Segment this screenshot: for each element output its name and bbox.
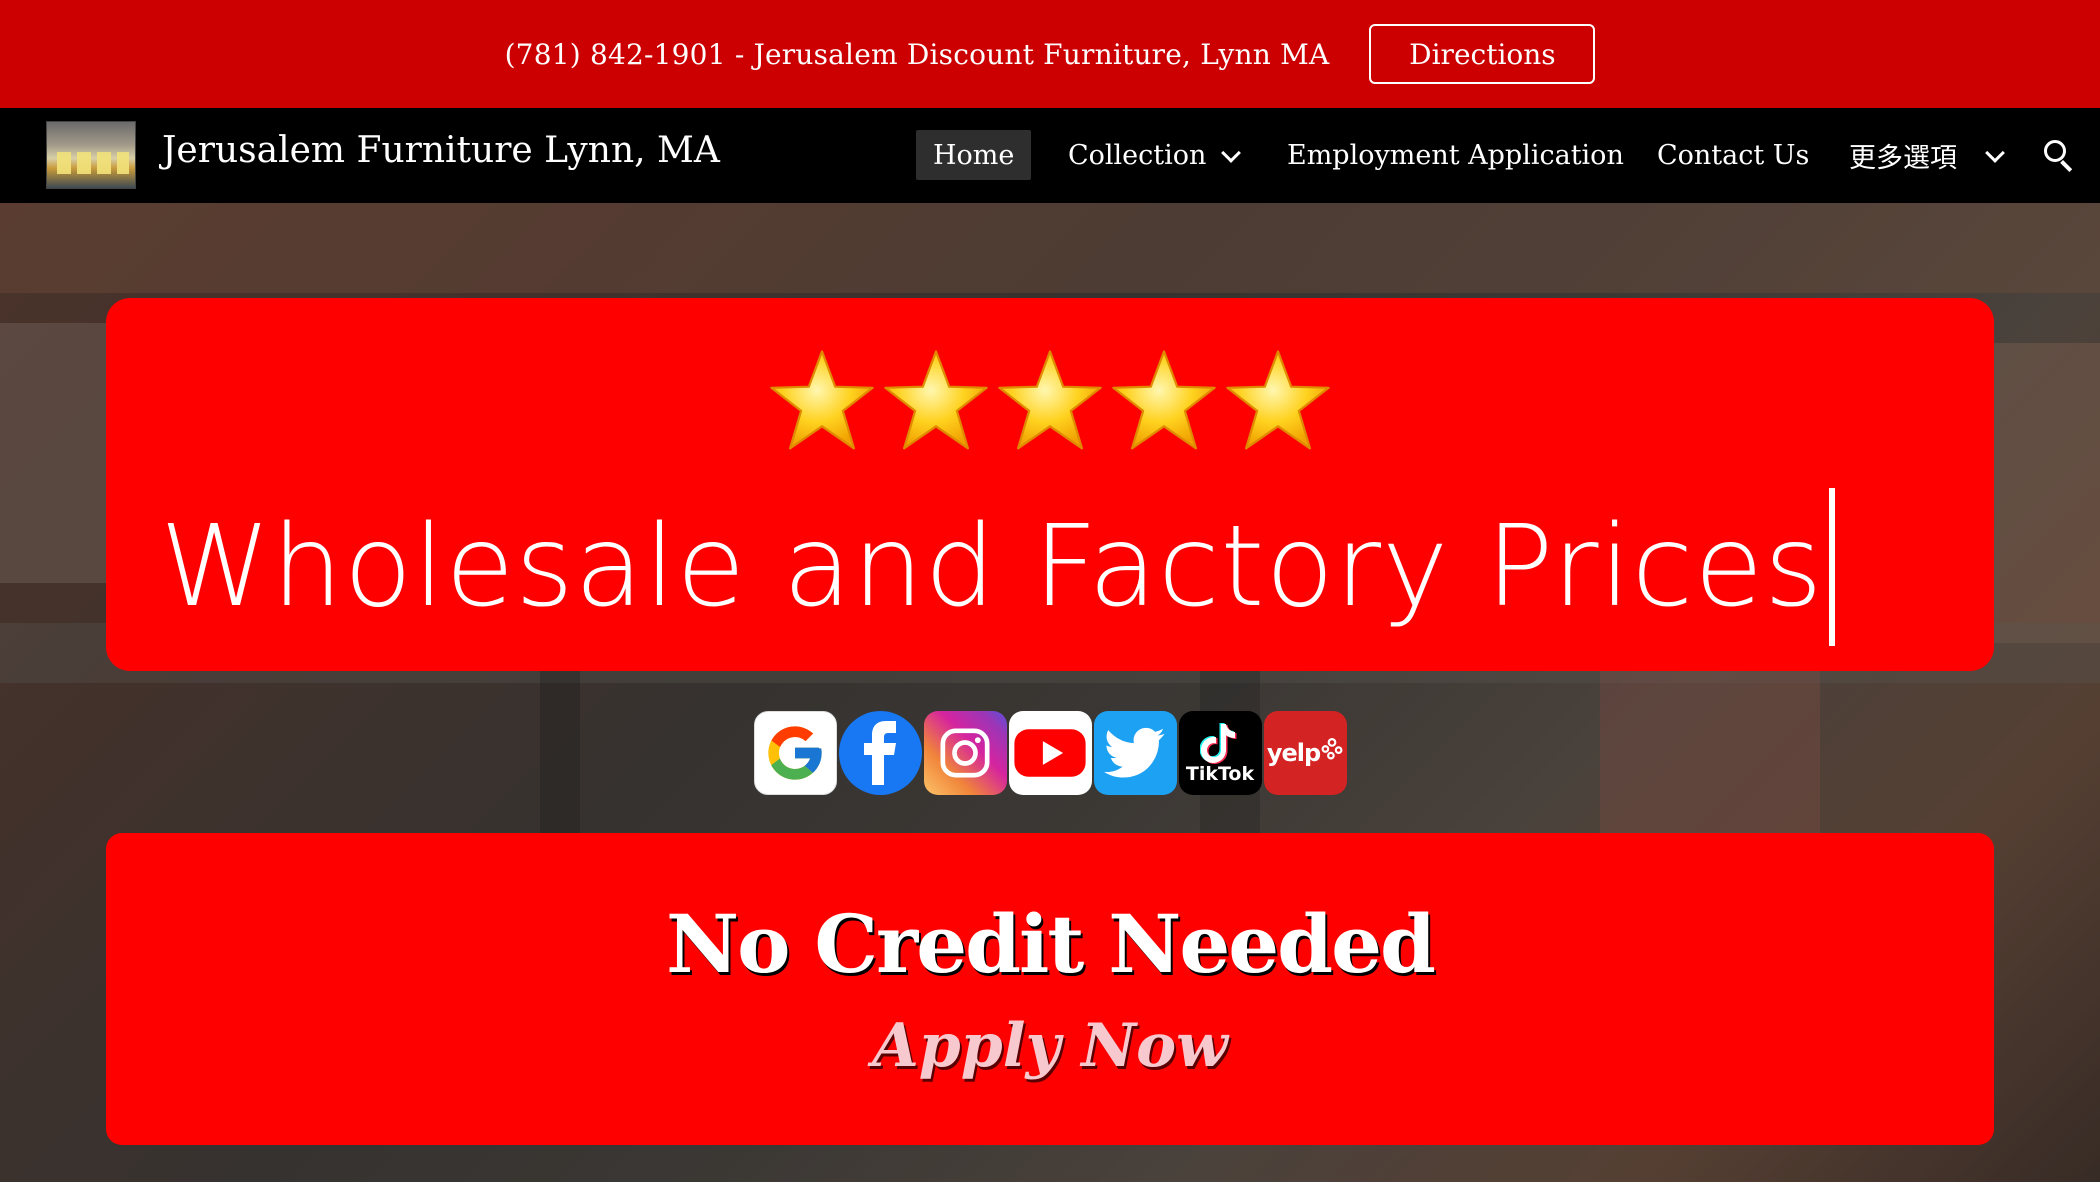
- chevron-down-icon: [1985, 142, 2005, 163]
- price-headline: Wholesale and Factory Prices: [160, 488, 1836, 646]
- nav-item-label: Home: [933, 139, 1015, 171]
- star-icon: [998, 350, 1102, 450]
- nav-item-collection[interactable]: Collection: [1068, 108, 1206, 203]
- star-icon: [770, 350, 874, 450]
- twitter-icon[interactable]: [1093, 711, 1177, 795]
- google-icon[interactable]: [753, 711, 837, 795]
- tiktok-icon[interactable]: TikTok: [1178, 711, 1262, 795]
- credit-panel: No Credit Needed Apply Now: [106, 833, 1994, 1145]
- nav-item-label: 更多選項: [1849, 143, 1957, 174]
- youtube-icon[interactable]: [1008, 711, 1092, 795]
- instagram-icon[interactable]: [923, 711, 1007, 795]
- five-star-rating: [106, 346, 1994, 456]
- announcement-text: (781) 842-1901 - Jerusalem Discount Furn…: [504, 37, 1330, 71]
- directions-button[interactable]: Directions: [1369, 24, 1596, 84]
- nav-item-home[interactable]: Home: [916, 130, 1032, 180]
- price-panel: Wholesale and Factory Prices: [106, 298, 1994, 671]
- text-cursor: [1829, 488, 1836, 646]
- chevron-down-icon: [1221, 142, 1241, 163]
- announcement-bar: (781) 842-1901 - Jerusalem Discount Furn…: [0, 0, 2100, 108]
- more-options-dropdown-toggle[interactable]: [1985, 108, 2005, 203]
- nav-item-label: Employment Application: [1287, 140, 1624, 171]
- tiktok-label: TikTok: [1185, 763, 1255, 785]
- apply-now-link[interactable]: Apply Now: [106, 1011, 1994, 1081]
- nav-bar: Jerusalem Furniture Lynn, MA Home Collec…: [0, 108, 2100, 203]
- collection-dropdown-toggle[interactable]: [1221, 108, 1241, 203]
- headline-text: Wholesale and Factory Prices: [160, 502, 1824, 632]
- star-icon: [884, 350, 988, 450]
- nav-item-label: Collection: [1068, 140, 1207, 171]
- nav-item-more-options[interactable]: 更多選項: [1849, 108, 1957, 203]
- credit-headline: No Credit Needed: [666, 897, 1436, 991]
- nav-item-label: Contact Us: [1657, 140, 1810, 171]
- social-links: TikTok yelp: [0, 711, 2100, 795]
- star-icon: [1226, 350, 1330, 450]
- site-logo[interactable]: [46, 121, 136, 189]
- search-icon[interactable]: [2042, 138, 2076, 173]
- nav-item-employment-application[interactable]: Employment Application: [1287, 108, 1624, 203]
- yelp-label: yelp: [1266, 739, 1321, 767]
- star-icon: [1112, 350, 1216, 450]
- site-title[interactable]: Jerusalem Furniture Lynn, MA: [162, 130, 720, 171]
- facebook-icon[interactable]: [838, 711, 922, 795]
- yelp-icon[interactable]: yelp: [1263, 711, 1347, 795]
- nav-item-contact-us[interactable]: Contact Us: [1657, 108, 1809, 203]
